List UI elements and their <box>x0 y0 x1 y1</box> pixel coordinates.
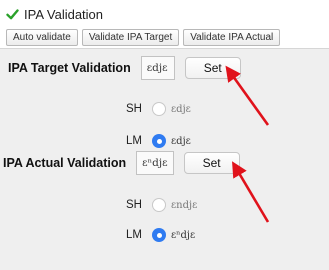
target-option-lm[interactable]: LM ɛdjɛ <box>112 133 191 149</box>
option-ipa-text: ɛdjɛ <box>171 103 191 115</box>
validation-panel: IPA Target Validation ɛdjɛ Set SH ɛdjɛ L… <box>0 48 329 270</box>
option-source-label: SH <box>126 199 142 211</box>
auto-validate-button[interactable]: Auto validate <box>6 29 78 46</box>
actual-ipa-value: ɛⁿdjɛ <box>136 151 174 175</box>
radio-button[interactable] <box>152 198 166 212</box>
target-validation-heading: IPA Target Validation <box>8 61 131 75</box>
option-ipa-text: ɛⁿdjɛ <box>171 229 196 241</box>
radio-button-selected[interactable] <box>152 228 166 242</box>
actual-validation-heading: IPA Actual Validation <box>3 156 127 170</box>
target-ipa-value: ɛdjɛ <box>140 56 175 80</box>
validate-ipa-target-button[interactable]: Validate IPA Target <box>81 29 180 46</box>
window-titlebar: IPA Validation <box>0 0 329 28</box>
actual-validation-row: IPA Actual Validation ɛⁿdjɛ Set <box>3 150 240 176</box>
option-ipa-text: ɛndjɛ <box>171 199 198 211</box>
toolbar: Auto validate Validate IPA Target Valida… <box>6 29 281 46</box>
actual-option-sh[interactable]: SH ɛndjɛ <box>112 197 197 213</box>
radio-button-selected[interactable] <box>152 134 166 148</box>
option-source-label: LM <box>126 229 142 241</box>
option-source-label: LM <box>126 135 142 147</box>
window-title: IPA Validation <box>24 6 104 22</box>
target-set-button[interactable]: Set <box>184 57 241 79</box>
target-validation-row: IPA Target Validation ɛdjɛ Set <box>8 55 241 81</box>
actual-set-button[interactable]: Set <box>183 152 240 174</box>
actual-option-lm[interactable]: LM ɛⁿdjɛ <box>112 227 195 243</box>
checkmark-icon <box>6 8 19 21</box>
option-ipa-text: ɛdjɛ <box>171 135 191 147</box>
radio-button[interactable] <box>152 102 166 116</box>
validate-ipa-actual-button[interactable]: Validate IPA Actual <box>183 29 281 46</box>
option-source-label: SH <box>126 103 142 115</box>
target-option-sh[interactable]: SH ɛdjɛ <box>112 101 191 117</box>
